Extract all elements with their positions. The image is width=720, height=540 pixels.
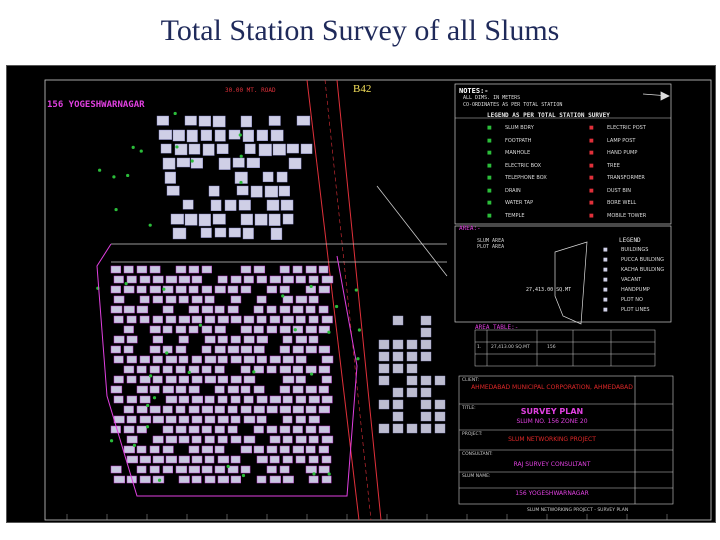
legend-item: DUST BIN: [607, 187, 631, 194]
legend-symbol-icon: ■: [589, 162, 594, 169]
legend2-heading: LEGEND: [619, 237, 641, 244]
consultant-name: RAJ SURVEY CONSULTANT: [513, 461, 591, 468]
area-table-area: 27,413.00 SQ.MT: [491, 345, 530, 350]
legend-symbol-icon: ■: [487, 187, 492, 194]
plot-grid-south: [110, 265, 334, 484]
drawing-title-1: SURVEY PLAN: [520, 407, 584, 416]
legend-symbol-icon: ■: [487, 137, 492, 144]
legend-item: TRANSFORMER: [607, 175, 645, 181]
legend-symbol-icon: ■: [589, 187, 594, 194]
tb-label-slum-name: SLUM NAME:: [462, 474, 491, 479]
legend-item: ELECTRIC BOX: [505, 162, 542, 169]
drawing-title-2: SLUM NO. 156 ZONE 20: [516, 418, 588, 425]
legend-symbol-icon: ■: [603, 247, 608, 253]
notes-heading: NOTES:-: [459, 87, 489, 95]
notes-text: ALL DIMS. IN METERS CO-ORDINATES AS PER …: [463, 95, 563, 108]
slide-title: Total Station Survey of all Slums: [160, 14, 560, 47]
tb-label-title: TITLE:: [462, 406, 476, 411]
legend-symbol-icon: ■: [603, 287, 608, 293]
client-name: AHMEDABAD MUNICIPAL CORPORATION, AHMEDAB…: [471, 384, 633, 391]
legend-item: HAND PUMP: [607, 150, 638, 156]
legend-item: PLOT NO: [621, 297, 643, 303]
legend-item: HANDPUMP: [621, 287, 650, 293]
building-cluster-east: [378, 315, 446, 434]
legend-symbol-icon: ■: [603, 307, 608, 313]
legend-symbol-icon: ■: [589, 125, 594, 131]
legend-item: PUCCA BUILDING: [621, 257, 664, 263]
legend-symbol-icon: ■: [487, 175, 492, 181]
tb-label-consultant: CONSULTANT:: [462, 452, 493, 457]
survey-map: [44, 79, 712, 521]
area-sketch: [554, 241, 588, 325]
legend-item: MOBILE TOWER: [607, 212, 647, 219]
legend-symbol-icon: ■: [487, 212, 492, 219]
legend-item: DRAIN: [505, 187, 521, 194]
legend-symbol-icon: ■: [589, 212, 594, 219]
legend-item: WATER TAP: [505, 200, 534, 206]
building-cluster-north: [156, 115, 313, 240]
area-heading: AREA:-: [459, 225, 481, 232]
legend-symbol-icon: ■: [603, 267, 608, 273]
north-arrow-icon: [642, 91, 670, 101]
drawing-footer: SLUM NETWORKING PROJECT - SURVEY PLAN: [527, 508, 629, 513]
tb-label-project: PROJECT:: [462, 432, 483, 437]
legend-item: TEMPLE: [505, 212, 525, 219]
legend-symbol-icon: ■: [603, 257, 608, 263]
area-table-slum-no: 156: [547, 345, 556, 350]
legend-symbol-icon: ■: [487, 200, 492, 206]
legend-item: PLOT LINES: [621, 307, 650, 313]
area-notes: SLUM AREA PLOT AREA: [477, 238, 505, 250]
legend-symbol-icon: ■: [589, 200, 594, 206]
legend-symbol-icon: ■: [589, 137, 594, 144]
tb-label-client: CLIENT:: [462, 378, 479, 383]
area-table-heading: AREA TABLE:-: [475, 324, 519, 331]
legend-item: MANHOLE: [505, 150, 531, 156]
legend-item: KACHA BUILDING: [621, 267, 665, 273]
slum-name: 156 YOGESHWARNAGAR: [515, 490, 589, 497]
legend-item: LAMP POST: [607, 137, 636, 144]
project-name: SLUM NETWORKING PROJECT: [508, 436, 596, 443]
area-table-index: 1.: [477, 345, 482, 350]
legend-item: TELEPHONE BOX: [505, 175, 547, 181]
legend-item: TREE: [607, 162, 620, 169]
legend-item: ELECTRIC POST: [607, 125, 646, 131]
legend-symbol-icon: ■: [487, 125, 492, 131]
legend-item: VACANT: [621, 277, 642, 283]
legend-heading: LEGEND AS PER TOTAL STATION SURVEY: [487, 112, 610, 119]
legend-symbol-icon: ■: [603, 297, 608, 303]
plot-label: B42: [353, 83, 372, 95]
sheet-title: 156 YOGESHWARNAGAR: [47, 100, 145, 110]
legend-item: FOOTPATH: [505, 137, 532, 144]
legend-symbol-icon: ■: [603, 277, 608, 283]
legend-item: BORE WELL: [607, 200, 637, 206]
legend-symbol-icon: ■: [589, 150, 594, 156]
survey-drawing: 156 YOGESHWARNAGAR B42 30.00 MT. ROAD NO…: [6, 65, 716, 523]
legend-item: BUILDINGS: [621, 247, 649, 253]
legend-symbol-icon: ■: [487, 150, 492, 156]
road-label: 30.00 MT. ROAD: [225, 87, 276, 94]
legend-item: SLUM BDRY: [505, 125, 534, 131]
legend-symbol-icon: ■: [589, 175, 594, 181]
legend-symbol-icon: ■: [487, 162, 492, 169]
area-value: 27,413.00 SQ.MT: [526, 287, 572, 293]
